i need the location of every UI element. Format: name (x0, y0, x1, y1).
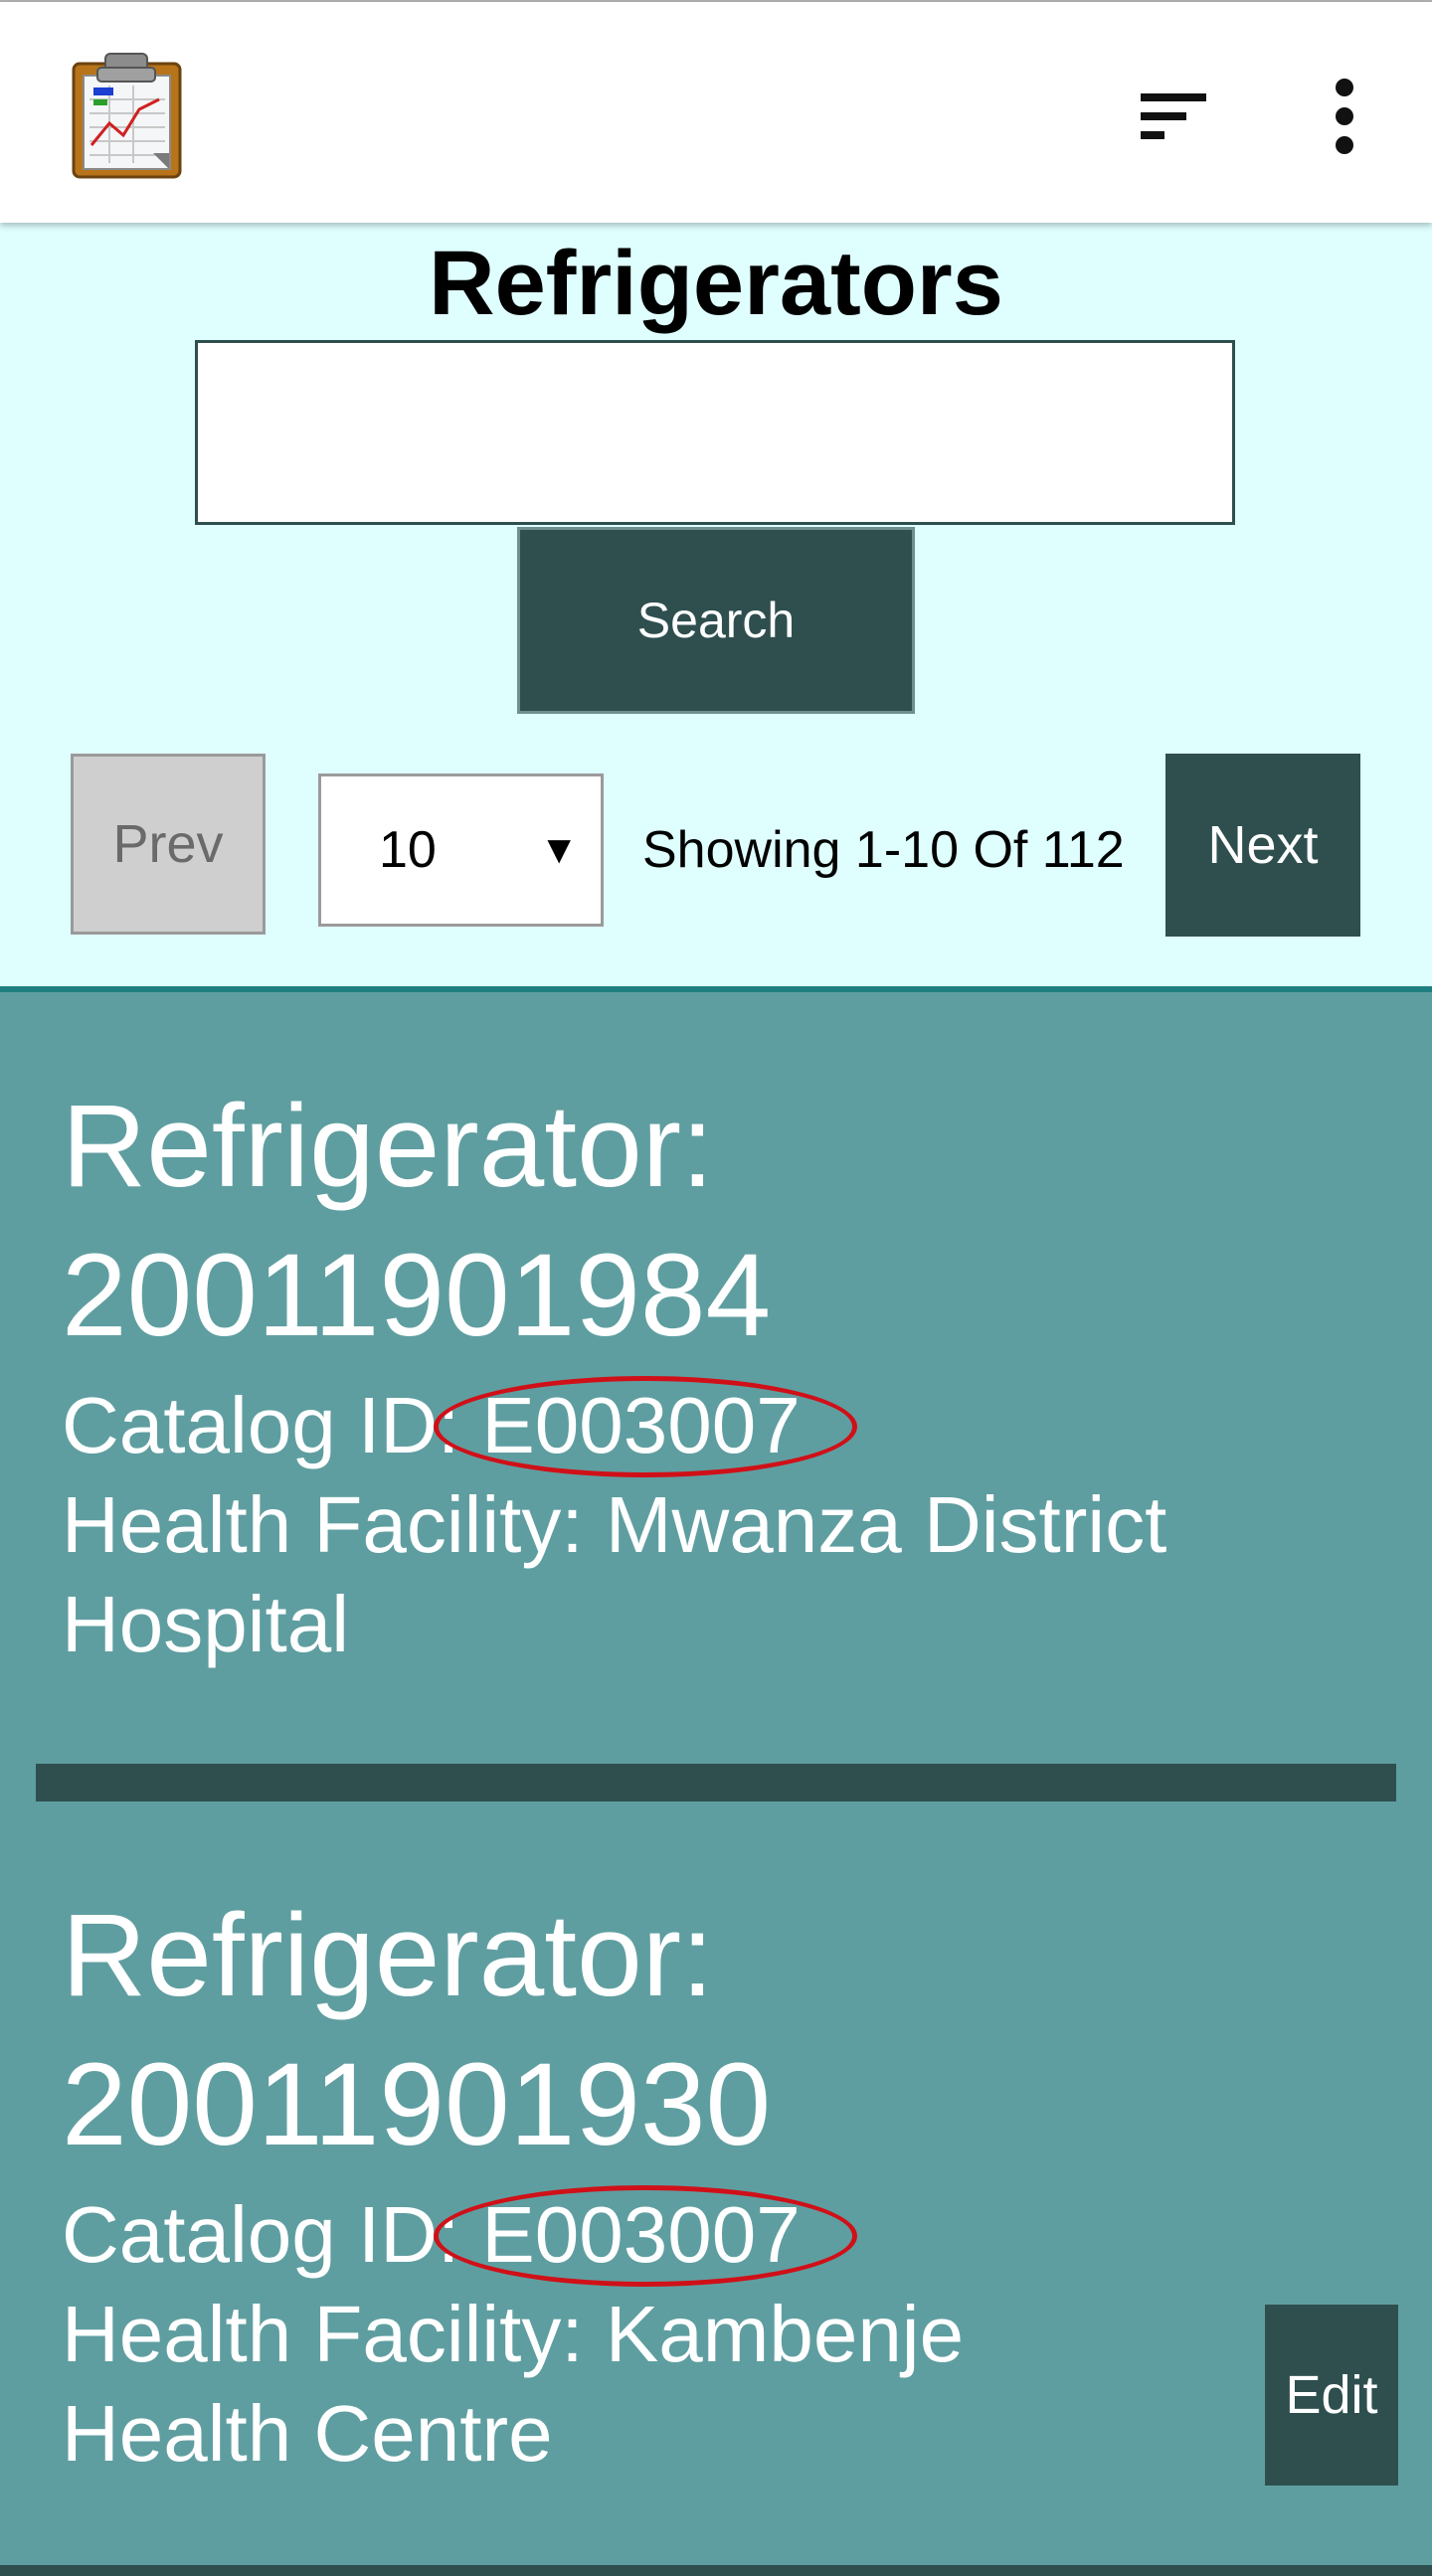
search-input[interactable] (195, 340, 1235, 525)
page-title: Refrigerators (429, 233, 1003, 334)
bottom-divider (0, 2565, 1432, 2576)
search-panel: Refrigerators Search Prev 10 ▼ Showing 1… (0, 223, 1432, 992)
edit-button[interactable]: Edit (1265, 2305, 1398, 2486)
search-button[interactable]: Search (517, 527, 915, 714)
catalog-id-wrapper: E003007 (434, 1376, 858, 1477)
dropdown-arrow-icon: ▼ (539, 828, 579, 872)
facility-text-line1: Health Facility: Mwanza District (62, 1480, 1167, 1569)
catalog-label: Catalog ID: (62, 2190, 482, 2279)
record-title-label: Refrigerator: (62, 1081, 714, 1212)
more-vertical-icon[interactable] (1323, 72, 1366, 161)
page-size-value: 10 (379, 821, 437, 879)
record-title: Refrigerator: 20011901930 (62, 1881, 771, 2179)
next-button[interactable]: Next (1165, 754, 1360, 937)
page-size-select[interactable]: 10 ▼ (318, 773, 604, 927)
pagination-status: Showing 1-10 Of 112 (642, 821, 1125, 879)
app-bar (0, 2, 1432, 223)
red-circle-annotation (434, 2185, 858, 2287)
catalog-label: Catalog ID: (62, 1381, 482, 1469)
prev-button[interactable]: Prev (71, 754, 266, 935)
red-circle-annotation (434, 1376, 858, 1477)
facility-line: Health Facility: Kambenje Health Centre (62, 2285, 964, 2484)
record-title: Refrigerator: 20011901984 (62, 1072, 771, 1370)
clipboard-chart-icon[interactable] (70, 50, 184, 179)
list-divider (36, 1764, 1396, 1802)
facility-text-line2: Health Centre (62, 2389, 553, 2478)
catalog-line: Catalog ID: E003007 (62, 2185, 858, 2287)
record-serial-number: 20011901930 (62, 2039, 772, 2170)
facility-text-line2: Hospital (62, 1580, 350, 1668)
catalog-id-wrapper: E003007 (434, 2185, 858, 2287)
record-serial-number: 20011901984 (62, 1230, 772, 1361)
catalog-line: Catalog ID: E003007 (62, 1376, 858, 1477)
facility-text-line1: Health Facility: Kambenje (62, 2290, 965, 2378)
facility-line: Health Facility: Mwanza District Hospita… (62, 1475, 1166, 1674)
record-title-label: Refrigerator: (62, 1890, 714, 2021)
sort-icon[interactable] (1129, 82, 1218, 151)
